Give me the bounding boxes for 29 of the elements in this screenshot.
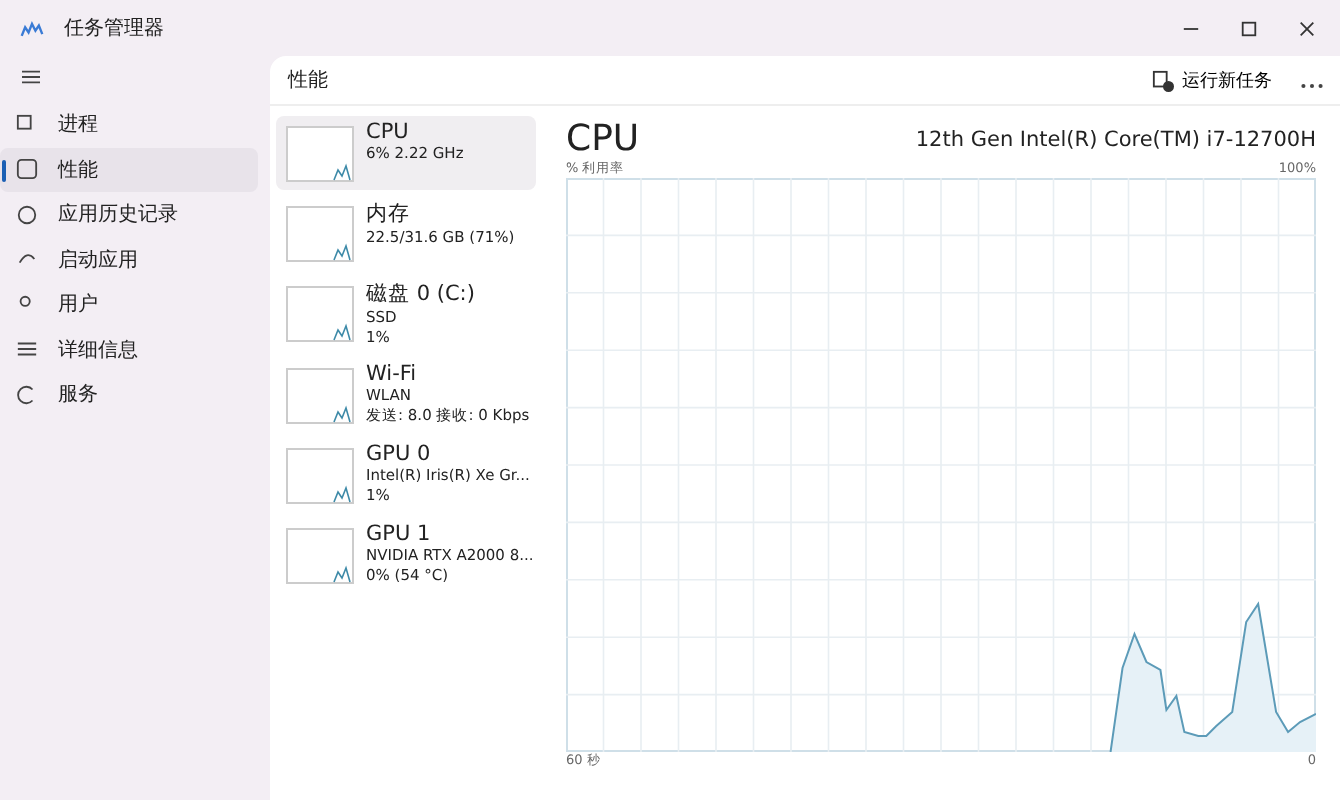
nav-item[interactable]: 用户 — [0, 282, 258, 327]
arc-icon — [16, 383, 38, 406]
nav-item[interactable]: 详细信息 — [0, 327, 258, 372]
app-logo-icon — [20, 19, 44, 37]
mini-graph-drawing — [286, 528, 354, 584]
nav-item[interactable]: 性能 — [0, 147, 258, 192]
page-title: 性能 — [288, 67, 328, 94]
more-icon — [1300, 81, 1324, 89]
list-icon — [16, 338, 38, 361]
square-icon — [16, 113, 38, 136]
circle-icon — [16, 203, 38, 226]
mini-graph-drawing — [286, 368, 354, 424]
nav-item[interactable]: 启动应用 — [0, 237, 258, 282]
mini-graph-drawing — [286, 448, 354, 504]
maximize-icon[interactable] — [1240, 19, 1258, 37]
device-title: CPU — [566, 118, 640, 160]
cpu-model: 12th Gen Intel(R) Core(TM) i7-12700H — [915, 127, 1316, 151]
menu-icon[interactable] — [20, 68, 42, 86]
mini-graph-drawing — [286, 206, 354, 262]
mini-graph-drawing — [286, 286, 354, 342]
task-icon — [1152, 69, 1174, 91]
nav-item[interactable]: 应用历史记录 — [0, 192, 258, 237]
nav-item[interactable]: 进程 — [0, 102, 258, 147]
close-icon[interactable] — [1298, 19, 1316, 37]
window-title: 任务管理器 — [64, 16, 164, 42]
run-new-task-button[interactable]: 运行新任务 — [1144, 63, 1280, 97]
rounded-square-icon — [16, 158, 38, 181]
nav-item[interactable]: 服务 — [0, 372, 258, 417]
mini-graph-drawing — [286, 126, 354, 182]
